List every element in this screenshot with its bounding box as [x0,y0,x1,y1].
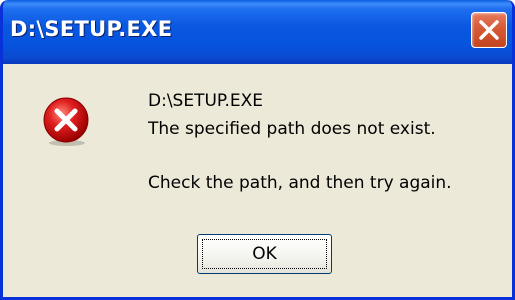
message-hint-text: Check the path, and then try again. [148,173,452,193]
error-dialog: D:\SETUP.EXE D:\SETUP.EXE The specified … [0,0,515,300]
ok-button-label: OK [252,244,277,264]
message-error-text: The specified path does not exist. [148,119,436,139]
ok-button[interactable]: OK [197,234,332,274]
close-icon [479,20,499,40]
message-path: D:\SETUP.EXE [148,91,264,111]
window-title: D:\SETUP.EXE [10,17,173,41]
close-button[interactable] [471,12,507,48]
title-bar[interactable]: D:\SETUP.EXE [3,0,512,64]
error-icon [43,97,89,146]
